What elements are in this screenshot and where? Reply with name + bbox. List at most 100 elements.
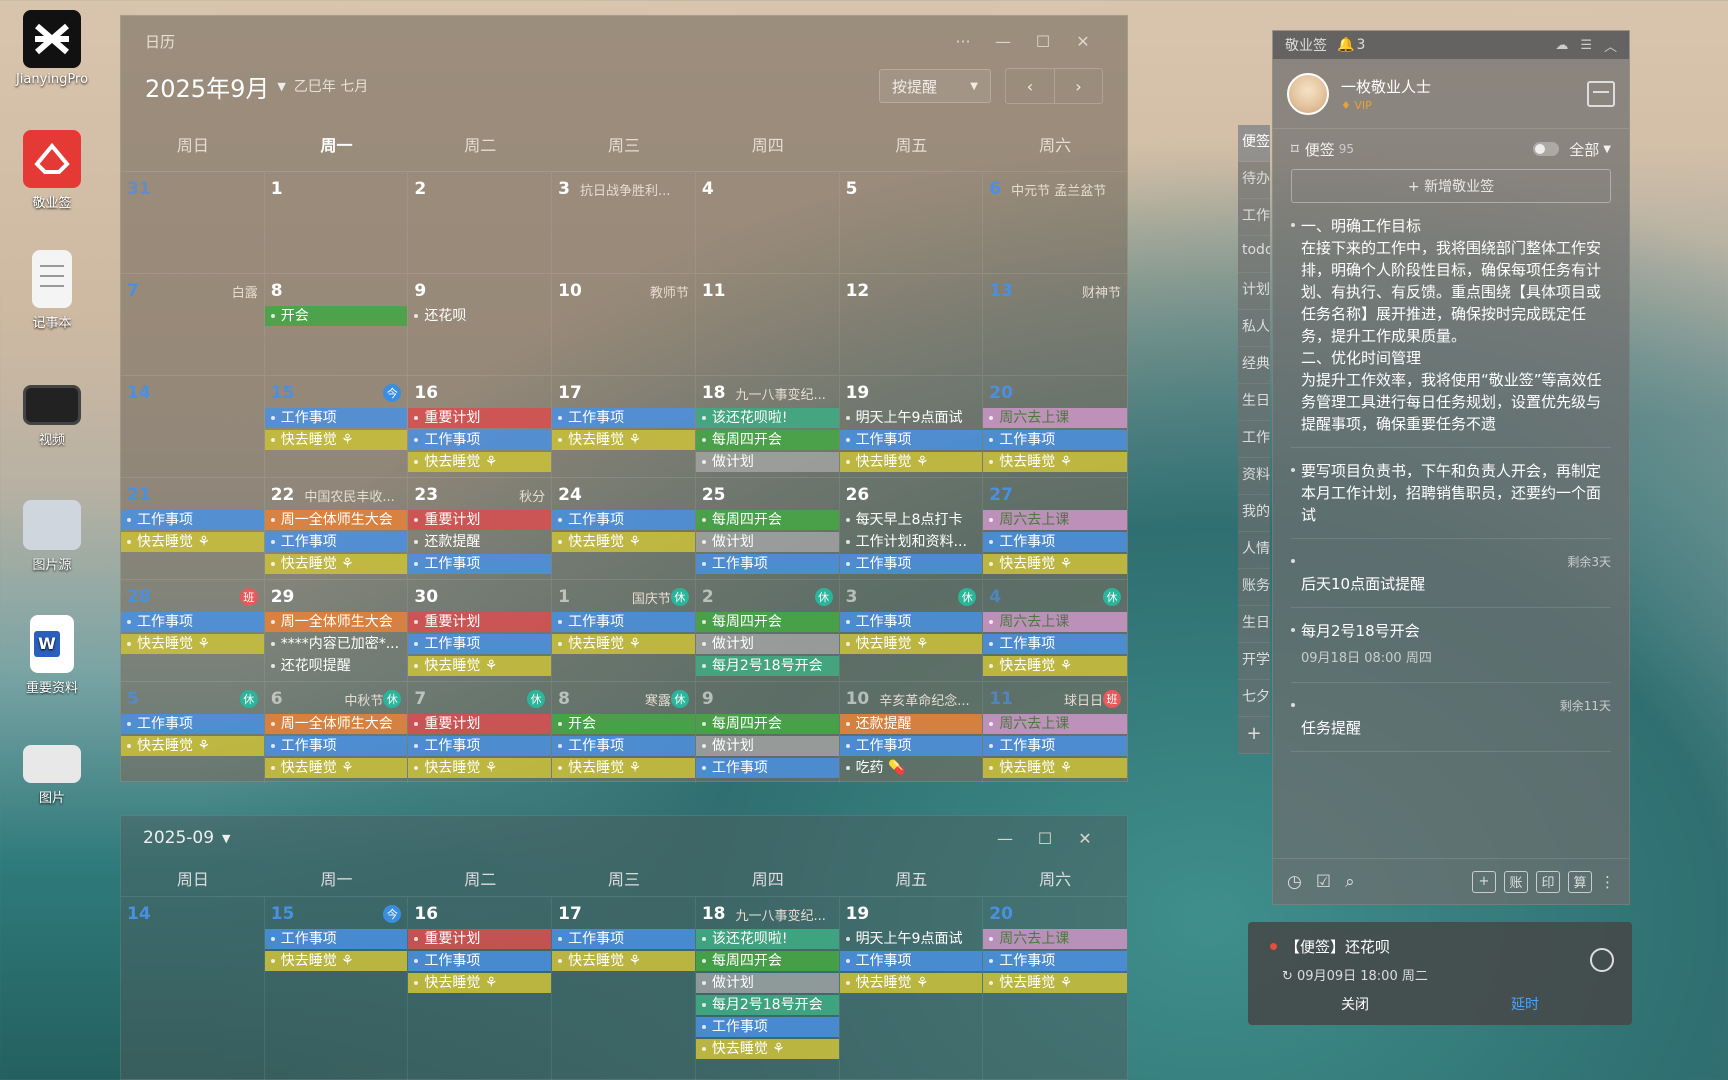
calendar-event[interactable]: 工作事项 [839,951,983,971]
add-note-button[interactable]: + 新增敬业签 [1291,169,1611,203]
calendar-event[interactable]: 每周四开会 [695,510,839,530]
calendar-event[interactable]: 还款提醒 [408,532,551,552]
calendar-event[interactable]: 开会 [264,306,408,326]
day-cell[interactable]: 14 [121,375,265,477]
avatar[interactable] [1287,72,1329,115]
calendar-event[interactable]: 每周四开会 [695,714,839,734]
calendar-event[interactable]: 快去睡觉 ⚘ [839,452,983,472]
calendar-event[interactable]: 工作事项 [121,612,264,632]
side-tab-item[interactable]: 资料 [1238,458,1270,495]
calendar-event[interactable]: 快去睡觉 ⚘ [839,973,983,993]
calendar-event[interactable]: 做计划 [695,634,839,654]
day-cell[interactable]: 29 周一全体师生大会 ****内容已加密*... 还花呗提醒 [264,579,409,681]
day-cell[interactable]: 26 每天早上8点打卡 工作计划和资料... 工作事项 [839,477,984,579]
note-item[interactable]: 每月2号18号开会 09月18日 08:00 周四 [1291,608,1611,683]
calendar-event[interactable]: 快去睡觉 ⚘ [264,758,408,778]
calendar-event[interactable]: 做计划 [695,452,839,472]
calendar-event[interactable]: ****内容已加密*... [265,634,408,654]
filter-toggle[interactable] [1533,142,1560,156]
day-cell[interactable]: 5 [839,171,984,273]
day-cell[interactable]: 4 [695,171,840,273]
day-cell[interactable]: 19 明天上午9点面试 工作事项 快去睡觉 ⚘ [839,896,984,1080]
calendar-event[interactable]: 快去睡觉 ⚘ [264,951,408,971]
day-cell[interactable]: 27 周六去上课 工作事项 快去睡觉 ⚘ [983,477,1127,579]
day-cell[interactable]: 16 重要计划 工作事项 快去睡觉 ⚘ [408,375,553,477]
calendar-event[interactable]: 快去睡觉 ⚘ [552,951,695,971]
day-cell[interactable]: 20 周六去上课 工作事项 快去睡觉 ⚘ [983,896,1127,1080]
calendar-event[interactable]: 每周四开会 [695,612,839,632]
calendar-icon[interactable] [1587,80,1615,107]
calendar-event[interactable]: 工作事项 [408,736,552,756]
calendar-event[interactable]: 工作事项 [552,408,695,428]
desktop-icon-jianying[interactable]: JianyingPro [12,10,92,87]
close-icon[interactable]: ✕ [1063,32,1103,51]
calendar-event[interactable]: 工作事项 [983,634,1127,654]
day-cell[interactable]: 2 休每周四开会 做计划 每月2号18号开会 [695,579,840,681]
chevron-down-icon[interactable]: ▼ [277,80,285,93]
note-item[interactable]: 一、明确工作目标 在接下来的工作中，我将围绕部门整体工作安排，明确个人阶段性目标… [1291,203,1611,448]
calendar-event[interactable]: 工作事项 [121,714,264,734]
day-cell[interactable]: 8 寒露休开会 工作事项 快去睡觉 ⚘ [552,681,696,783]
calendar-event[interactable]: 工作事项 [695,554,839,574]
side-tab-item[interactable]: 生日 [1238,384,1270,421]
calendar-event[interactable]: 每周四开会 [695,430,839,450]
day-cell[interactable]: 15 今工作事项 快去睡觉 ⚘ [264,375,409,477]
day-cell[interactable]: 30 重要计划 工作事项 快去睡觉 ⚘ [408,579,553,681]
day-cell[interactable]: 7 休重要计划 工作事项 快去睡觉 ⚘ [408,681,553,783]
day-cell[interactable]: 1 国庆节休工作事项 快去睡觉 ⚘ [552,579,696,681]
day-cell[interactable]: 1 [264,171,409,273]
day-cell[interactable]: 10 教师节 [552,273,696,375]
maximize-icon[interactable]: ☐ [1023,32,1063,51]
calendar-event[interactable]: 该还花呗啦! [695,929,839,949]
day-cell[interactable]: 16 重要计划 工作事项 快去睡觉 ⚘ [408,896,553,1080]
ledger-button[interactable]: 账 [1504,870,1528,893]
calendar-event[interactable]: 每天早上8点打卡 [840,510,983,530]
day-cell[interactable]: 13 财神节 [983,273,1127,375]
day-cell[interactable]: 11 [695,273,840,375]
side-tab-item[interactable]: 计划 [1238,273,1270,310]
calendar-event[interactable]: 重要计划 [408,510,552,530]
calendar-event[interactable]: 工作事项 [408,634,552,654]
calendar-event[interactable]: 快去睡觉 ⚘ [121,736,264,756]
calendar-event[interactable]: 工作事项 [839,430,983,450]
day-cell[interactable]: 25 每周四开会 做计划 工作事项 [695,477,840,579]
calendar-event[interactable]: 快去睡觉 ⚘ [408,973,552,993]
calendar-event[interactable]: 工作事项 [552,510,695,530]
side-tab-item[interactable]: 七夕 [1238,680,1270,717]
calendar-event[interactable]: 工作事项 [264,736,408,756]
calendar-event[interactable]: 工作事项 [839,612,983,632]
calendar-event[interactable]: 该还花呗啦! [695,408,839,428]
view-mode-select[interactable]: 按提醒 ▼ [879,69,991,103]
side-tab-item[interactable]: 待办 [1238,162,1270,199]
day-cell[interactable]: 17 工作事项 快去睡觉 ⚘ [552,896,696,1080]
calendar-event[interactable]: 重要计划 [408,408,552,428]
calendar-event[interactable]: 工作事项 [695,758,839,778]
day-cell[interactable]: 10 辛亥革命纪念... 还款提醒 工作事项 吃药 💊 [839,681,984,783]
calendar-event[interactable]: 快去睡觉 ⚘ [695,1039,839,1059]
day-cell[interactable]: 21 工作事项 快去睡觉 ⚘ [121,477,265,579]
checkbox-icon[interactable]: ☑ [1316,872,1331,892]
calendar-event[interactable]: 做计划 [695,973,839,993]
calendar-event[interactable]: 工作事项 [552,736,695,756]
clock-icon[interactable]: ◷ [1287,872,1302,892]
note-item[interactable]: 剩余11天 任务提醒 [1291,683,1611,752]
note-item[interactable]: 要写项目负责书，下午和负责人开会，再制定本月工作计划，招聘销售职员，还要约一个面… [1291,448,1611,539]
calc-button[interactable]: 算 [1568,870,1592,893]
calendar-event[interactable]: 每月2号18号开会 [695,656,839,676]
filter-select[interactable]: 全部 [1569,139,1599,160]
calendar-event[interactable]: 快去睡觉 ⚘ [552,758,695,778]
day-cell[interactable]: 2 [408,171,553,273]
calendar-event[interactable]: 工作事项 [408,554,552,574]
bell-icon[interactable]: 🔔 [1337,37,1354,53]
sync-icon[interactable]: ☁ [1555,38,1568,53]
calendar-event[interactable]: 工作事项 [983,532,1127,552]
calendar-event[interactable]: 还花呗 [408,306,551,326]
calendar-event[interactable]: 周六去上课 [983,612,1127,632]
month-title[interactable]: 2025年9月 [145,69,269,104]
day-cell[interactable]: 23 秋分 重要计划 还款提醒 工作事项 [408,477,553,579]
calendar-event[interactable]: 明天上午9点面试 [840,929,983,949]
calendar-event[interactable]: 工作事项 [408,430,552,450]
day-cell[interactable]: 6 中秋节休周一全体师生大会 工作事项 快去睡觉 ⚘ [264,681,409,783]
day-cell[interactable]: 17 工作事项 快去睡觉 ⚘ [552,375,696,477]
calendar-event[interactable]: 重要计划 [408,612,552,632]
